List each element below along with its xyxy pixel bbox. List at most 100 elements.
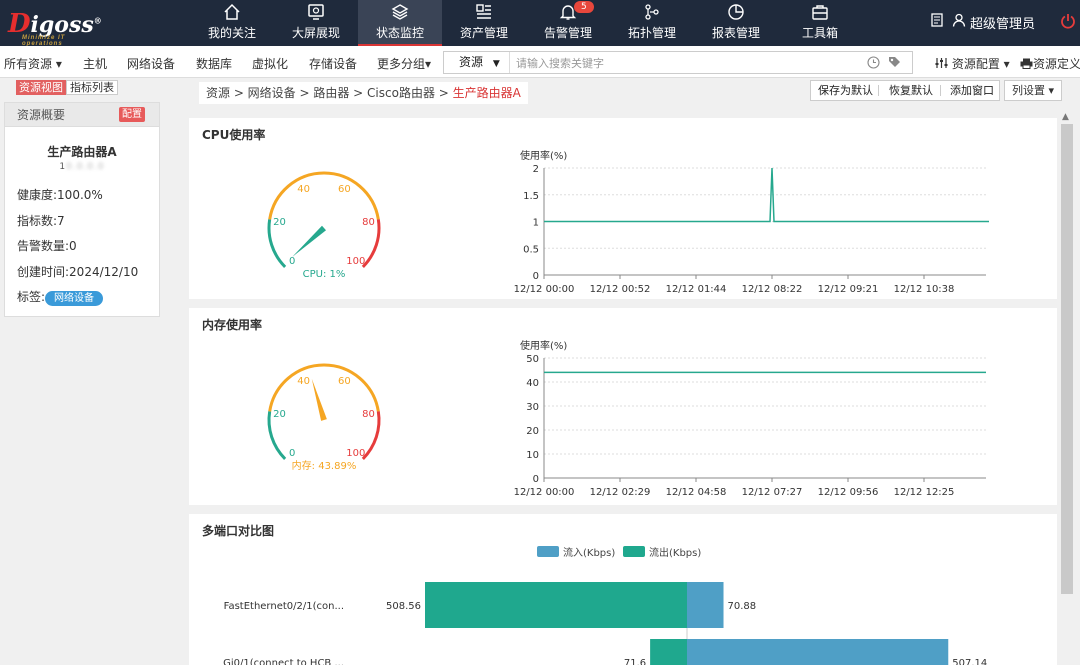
x-tick-label: 12/12 00:52 bbox=[590, 284, 651, 295]
overview-config-button[interactable]: 配置 bbox=[119, 107, 145, 122]
tag-row: 标签: 网络设备 bbox=[17, 288, 104, 306]
cpu-panel: CPU使用率 0 20 40 60 80 100 CPU: 1% 使用率(%) 0 0.5 1 1.… bbox=[189, 118, 1057, 299]
ports-bar-chart: 流入(Kbps) 流出(Kbps) FastEthernet0/2/1(con...… bbox=[223, 546, 987, 665]
nav-toolbox[interactable]: 工具箱 bbox=[778, 0, 862, 46]
clock-icon[interactable] bbox=[867, 56, 880, 69]
top-bar: Digoss® Minimize IT operations 我的关注 大屏展现 … bbox=[0, 0, 1080, 47]
x-tick-label: 12/12 00:00 bbox=[514, 284, 575, 295]
nav-status-monitor[interactable]: 状态监控 bbox=[358, 0, 442, 46]
monitor-icon bbox=[308, 4, 324, 20]
x-tick-label: 12/12 10:38 bbox=[894, 284, 955, 295]
y-axis-title: 使用率(%) bbox=[520, 149, 567, 162]
manual-book-icon[interactable] bbox=[930, 13, 944, 27]
y-tick-label: 0.5 bbox=[523, 244, 539, 255]
logo: Digoss® Minimize IT operations bbox=[8, 9, 102, 47]
layers-icon bbox=[391, 4, 409, 20]
x-tick-label: 12/12 04:58 bbox=[666, 487, 727, 498]
gauge-tick-label: 100 bbox=[346, 448, 365, 459]
y-axis-title: 使用率(%) bbox=[520, 339, 567, 352]
gauge-value-label: 内存: 43.89% bbox=[292, 459, 357, 472]
alert-count: 告警数量:0 bbox=[17, 239, 77, 253]
nav-asset-management[interactable]: 资产管理 bbox=[442, 0, 526, 46]
nav-big-screen[interactable]: 大屏展现 bbox=[274, 0, 358, 46]
device-ip: 10.0.0.0 bbox=[59, 162, 105, 172]
bar-in-value-label: 507.14 bbox=[952, 658, 987, 665]
bar-out bbox=[425, 582, 687, 628]
group-storage[interactable]: 存储设备 bbox=[309, 55, 357, 72]
more-groups-dropdown[interactable]: 更多分组▾ bbox=[377, 55, 431, 72]
gauge-tick-label: 80 bbox=[362, 409, 375, 420]
ports-panel: 多端口对比图 流入(Kbps) 流出(Kbps) FastEthernet0/2/1… bbox=[189, 514, 1057, 665]
category-label: Gi0/1(connect to HCB ... bbox=[223, 658, 344, 665]
save-default-button[interactable]: 保存为默认 bbox=[818, 81, 873, 100]
resource-config-dropdown[interactable]: 资源配置 ▾ bbox=[935, 55, 1010, 72]
gauge-tick-label: 0 bbox=[289, 256, 295, 267]
bar-out-value-label: 508.56 bbox=[386, 601, 421, 612]
health-value: 健康度:100.0% bbox=[17, 188, 103, 202]
column-settings-button[interactable]: 列设置 ▾ bbox=[1004, 80, 1062, 101]
gauge-tick-label: 40 bbox=[297, 184, 310, 195]
scrollbar-thumb[interactable] bbox=[1061, 124, 1073, 594]
y-tick-label: 30 bbox=[526, 402, 539, 413]
tab-metric-list[interactable]: 指标列表 bbox=[66, 80, 118, 95]
overview-header: 资源概要 配置 bbox=[5, 103, 159, 127]
y-tick-label: 50 bbox=[526, 354, 539, 365]
created-time: 创建时间:2024/12/10 bbox=[17, 265, 139, 279]
all-resources-dropdown[interactable]: 所有资源 ▾ bbox=[4, 55, 62, 72]
nav-alarm-management[interactable]: 5 告警管理 bbox=[526, 0, 610, 46]
legend-label: 流入(Kbps) bbox=[563, 546, 615, 559]
gauge-value-label: CPU: 1% bbox=[303, 269, 346, 280]
gauge-tick-label: 40 bbox=[297, 376, 310, 387]
gauge-arc-mid bbox=[268, 363, 380, 412]
add-window-button[interactable]: 添加窗口 bbox=[950, 81, 994, 100]
breadcrumb: 资源 > 网络设备 > 路由器 > Cisco路由器 > 生产路由器A bbox=[199, 82, 528, 104]
group-host[interactable]: 主机 bbox=[83, 55, 107, 72]
tag-badge[interactable]: 网络设备 bbox=[45, 291, 104, 306]
x-tick-label: 12/12 09:56 bbox=[818, 487, 879, 498]
nav-report-management[interactable]: 报表管理 bbox=[694, 0, 778, 46]
user-icon bbox=[952, 13, 966, 27]
group-virtual[interactable]: 虚拟化 bbox=[252, 55, 288, 72]
gauge-tick-label: 60 bbox=[338, 184, 351, 195]
cpu-gauge: 0 20 40 60 80 100CPU: 1% bbox=[267, 171, 381, 280]
main-scrollbar[interactable]: ▲ bbox=[1059, 110, 1075, 665]
gauge-tick-label: 20 bbox=[273, 217, 286, 228]
search-bar: 资源 ▼ 请输入搜索关键字 bbox=[443, 51, 913, 74]
memory-panel: 内存使用率 0 20 40 60 80 100 内存: 43.89% 使用率(%) 0 10 20… bbox=[189, 308, 1057, 505]
x-tick-label: 12/12 00:00 bbox=[514, 487, 575, 498]
gauge-needle bbox=[292, 225, 327, 257]
cpu-line-chart: 使用率(%) 0 0.5 1 1.5 2 12/12 00:00 12/12 00:52 12/… bbox=[514, 149, 989, 295]
y-tick-label: 10 bbox=[526, 450, 539, 461]
gauge-tick-label: 60 bbox=[338, 376, 351, 387]
legend-label: 流出(Kbps) bbox=[649, 546, 701, 559]
gauge-tick-label: 80 bbox=[362, 217, 375, 228]
x-tick-label: 12/12 08:22 bbox=[742, 284, 803, 295]
tag-icon[interactable] bbox=[888, 56, 901, 69]
group-database[interactable]: 数据库 bbox=[196, 55, 232, 72]
y-tick-label: 20 bbox=[526, 426, 539, 437]
gauge-tick-label: 0 bbox=[289, 448, 295, 459]
search-type-select[interactable]: 资源 ▼ bbox=[444, 52, 510, 73]
group-network[interactable]: 网络设备 bbox=[127, 55, 175, 72]
y-tick-label: 40 bbox=[526, 378, 539, 389]
bar-out-value-label: 71.6 bbox=[624, 658, 646, 665]
nav-my-focus[interactable]: 我的关注 bbox=[190, 0, 274, 46]
restore-default-button[interactable]: 恢复默认 bbox=[889, 81, 933, 100]
power-icon[interactable] bbox=[1060, 13, 1076, 29]
scroll-up-icon[interactable]: ▲ bbox=[1062, 112, 1069, 122]
x-tick-label: 12/12 01:44 bbox=[666, 284, 727, 295]
y-tick-label: 0 bbox=[533, 474, 539, 485]
metric-count: 指标数:7 bbox=[17, 214, 65, 228]
pie-chart-icon bbox=[728, 4, 744, 20]
memory-line-chart: 使用率(%) 0 10 20 30 40 50 12/12 00:00 12/12 02:29 1… bbox=[514, 339, 986, 498]
legend-swatch bbox=[623, 546, 645, 557]
legend-swatch bbox=[537, 546, 559, 557]
nav-topology-management[interactable]: 拓扑管理 bbox=[610, 0, 694, 46]
search-input[interactable]: 请输入搜索关键字 bbox=[516, 55, 604, 71]
tab-resource-view[interactable]: 资源视图 bbox=[16, 80, 66, 95]
resource-define-button[interactable]: 资源定义 bbox=[1020, 55, 1080, 72]
y-tick-label: 1.5 bbox=[523, 191, 539, 202]
bar-out bbox=[650, 639, 687, 665]
resource-overview-panel: 资源概要 配置 生产路由器A 10.0.0.0 健康度:100.0% 指标数:7… bbox=[4, 102, 160, 317]
username[interactable]: 超级管理员 bbox=[970, 13, 1035, 32]
